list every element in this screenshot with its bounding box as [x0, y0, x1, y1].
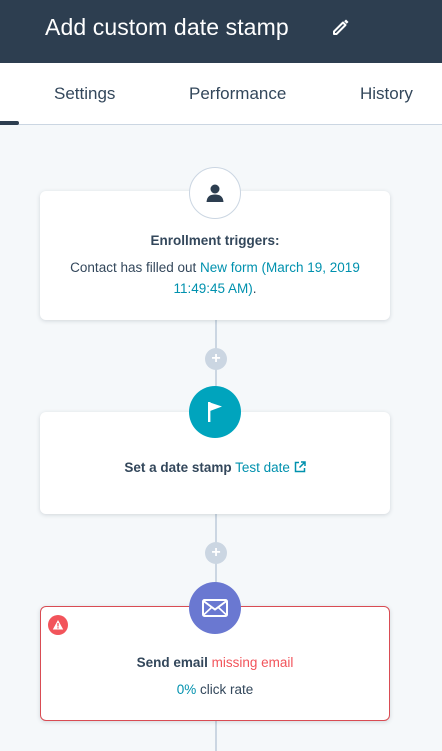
missing-email-status[interactable]: missing email	[212, 655, 294, 670]
send-email-prefix: Send email	[136, 655, 208, 670]
app-header: Add custom date stamp	[0, 0, 442, 63]
trigger-description: Contact has filled out New form (March 1…	[40, 257, 390, 299]
tab-bar: Settings Performance History	[0, 63, 442, 125]
tab-history[interactable]: History	[360, 84, 413, 104]
date-stamp-prefix: Set a date stamp	[124, 460, 232, 475]
click-rate: 0% click rate	[41, 682, 389, 697]
tab-settings[interactable]: Settings	[54, 84, 115, 104]
trigger-text: Contact has filled out	[70, 260, 197, 275]
date-stamp-description: Set a date stamp Test date	[40, 460, 390, 475]
plus-icon[interactable]: +	[205, 542, 227, 564]
click-rate-value: 0%	[176, 682, 197, 697]
send-email-description: Send email missing email	[41, 655, 389, 670]
workflow-connector	[215, 720, 217, 751]
envelope-icon	[189, 582, 241, 634]
active-tab-indicator	[0, 121, 19, 125]
trigger-title: Enrollment triggers:	[150, 233, 280, 248]
workflow-title: Add custom date stamp	[45, 14, 289, 40]
contact-icon	[189, 167, 241, 219]
pencil-icon[interactable]	[331, 17, 351, 42]
trigger-form-link-cont[interactable]: 11:49:45 AM)	[173, 281, 252, 296]
trigger-form-link[interactable]: New form (March 19, 2019	[200, 260, 360, 275]
external-link-icon[interactable]	[294, 460, 306, 475]
date-stamp-property-link[interactable]: Test date	[235, 460, 290, 475]
tab-performance[interactable]: Performance	[189, 84, 286, 104]
trigger-suffix: .	[252, 281, 257, 296]
plus-icon[interactable]: +	[205, 348, 227, 370]
click-rate-label: click rate	[200, 682, 254, 697]
warning-icon	[48, 615, 68, 635]
flag-icon	[189, 386, 241, 438]
